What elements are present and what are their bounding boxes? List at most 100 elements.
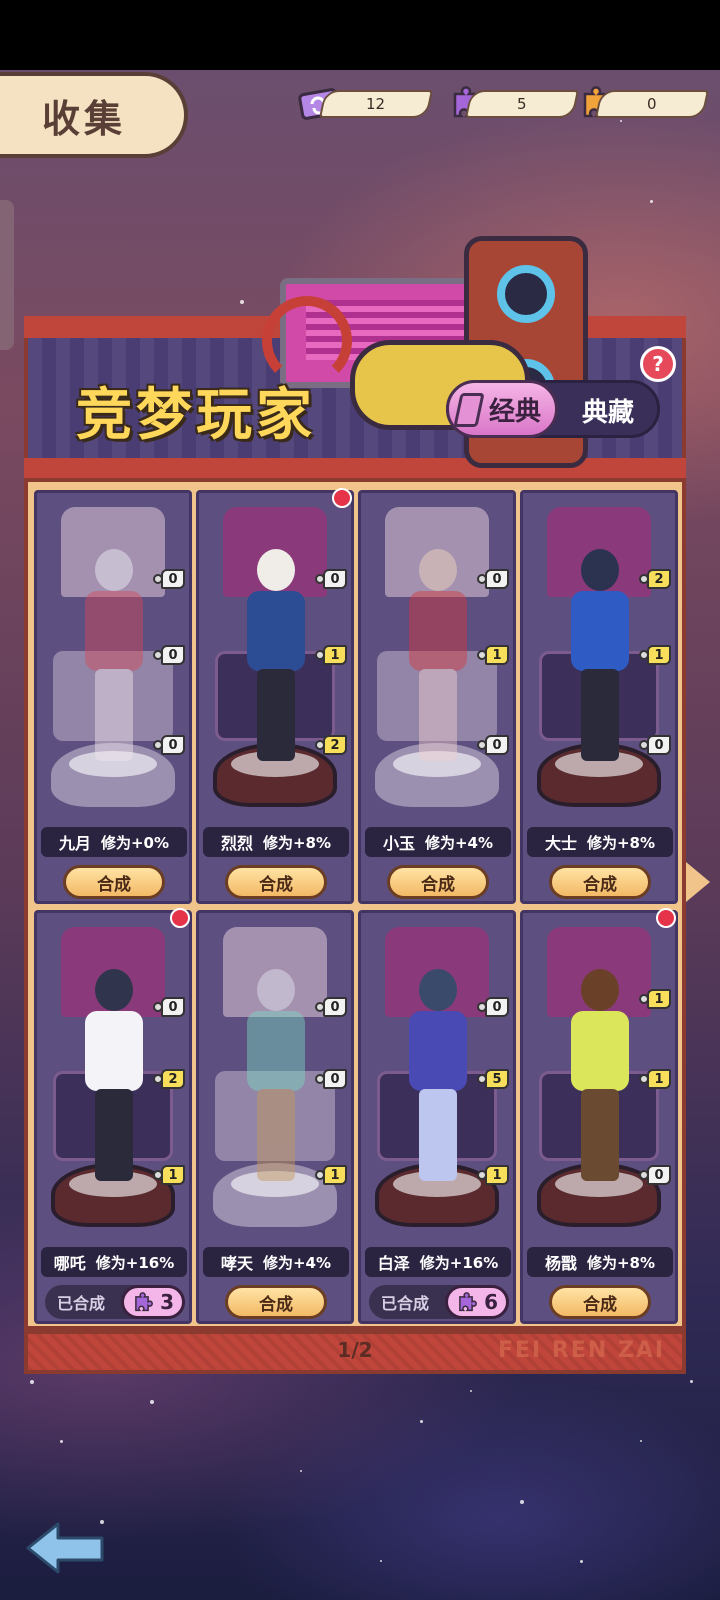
character-name: 小玉 — [382, 834, 415, 853]
owned-fragments-count: 3 — [160, 1290, 174, 1314]
star-dot — [580, 1560, 583, 1563]
fragment-count: 2 — [323, 735, 347, 755]
star-dot — [620, 120, 622, 122]
fragment-count: 1 — [161, 1165, 185, 1185]
character-card[interactable]: 2 1 0 大士 修为+8% 合成 — [520, 490, 678, 904]
banner-bottom-strip — [24, 458, 686, 478]
ticket-counter: 12 — [319, 90, 433, 118]
character-name: 烈烈 — [220, 834, 253, 853]
star-dot — [420, 1420, 423, 1423]
synthesize-button[interactable]: 合成 — [63, 865, 165, 899]
back-arrow-icon — [26, 1522, 104, 1574]
fragment-count: 1 — [647, 989, 671, 1009]
character-info: 哪吒 修为+16% — [41, 1247, 187, 1277]
synthesize-button[interactable]: 合成 — [387, 865, 489, 899]
character-figure — [401, 963, 473, 1193]
character-info: 哮天 修为+4% — [203, 1247, 349, 1277]
character-bonus: 修为+16% — [419, 1253, 499, 1272]
fragment-count: 0 — [161, 569, 185, 589]
synthesized-label: 已合成 — [381, 1294, 430, 1313]
fragment-count: 1 — [485, 1165, 509, 1185]
character-card[interactable]: 0 1 0 小玉 修为+4% 合成 — [358, 490, 516, 904]
character-bonus: 修为+0% — [100, 833, 170, 852]
fragment-count: 0 — [647, 1165, 671, 1185]
star-dot — [380, 1560, 382, 1562]
fragment-count: 2 — [161, 1069, 185, 1089]
purple-puzzle-counter: 5 — [465, 90, 579, 118]
fragment-count: 1 — [647, 1069, 671, 1089]
character-card[interactable]: 0 0 0 九月 修为+0% 合成 — [34, 490, 192, 904]
character-bonus: 修为+4% — [424, 833, 494, 852]
star-dot — [640, 1440, 642, 1442]
owned-fragments-pill[interactable]: 3 — [121, 1285, 185, 1319]
star-dot — [150, 1400, 154, 1404]
help-button[interactable]: ? — [640, 346, 676, 382]
watermark: FEI REN ZAI — [498, 1338, 666, 1363]
character-name: 大士 — [544, 834, 577, 853]
character-figure — [239, 543, 311, 773]
fragment-count: 0 — [161, 997, 185, 1017]
back-button[interactable] — [24, 1518, 108, 1578]
next-page-arrow-icon[interactable] — [686, 862, 710, 902]
character-card[interactable]: 0 1 2 烈烈 修为+8% 合成 — [196, 490, 354, 904]
tab-classic[interactable]: 经典 — [446, 380, 558, 438]
character-info: 小玉 修为+4% — [365, 827, 511, 857]
owned-fragments-pill[interactable]: 6 — [445, 1285, 509, 1319]
notification-dot — [170, 908, 190, 928]
synthesize-button[interactable]: 合成 — [225, 1285, 327, 1319]
character-bonus: 修为+8% — [586, 1253, 656, 1272]
star-dot — [470, 1390, 472, 1392]
fragment-count: 0 — [323, 997, 347, 1017]
synthesize-button[interactable]: 合成 — [549, 865, 651, 899]
synthesized-status: 已合成 3 — [45, 1285, 185, 1319]
character-figure — [77, 543, 149, 773]
fragment-count: 0 — [323, 569, 347, 589]
character-figure — [563, 543, 635, 773]
character-bonus: 修为+4% — [262, 1253, 332, 1272]
fragment-count: 0 — [485, 735, 509, 755]
orange-puzzle-counter: 0 — [595, 90, 709, 118]
character-figure — [563, 963, 635, 1193]
fragment-count: 0 — [161, 645, 185, 665]
notification-dot — [656, 908, 676, 928]
star-dot — [520, 1500, 524, 1504]
synthesize-button[interactable]: 合成 — [549, 1285, 651, 1319]
character-card[interactable]: 0 5 1 白泽 修为+16% 已合成 6 — [358, 910, 516, 1324]
star-dot — [60, 1440, 63, 1443]
fragment-count: 0 — [161, 735, 185, 755]
synthesized-label: 已合成 — [57, 1294, 106, 1313]
character-card[interactable]: 0 0 1 哮天 修为+4% 合成 — [196, 910, 354, 1324]
star-dot — [650, 200, 653, 203]
star-dot — [690, 1380, 693, 1383]
character-name: 杨戬 — [544, 1254, 577, 1273]
star-dot — [240, 300, 244, 304]
fragment-count: 1 — [323, 645, 347, 665]
fragment-count: 1 — [323, 1165, 347, 1185]
character-name: 哪吒 — [53, 1254, 86, 1273]
fragment-count: 0 — [485, 997, 509, 1017]
fragment-count: 1 — [485, 645, 509, 665]
synthesize-button[interactable]: 合成 — [225, 865, 327, 899]
page-title: 收集 — [0, 72, 188, 158]
character-figure — [401, 543, 473, 773]
character-name: 白泽 — [377, 1254, 410, 1273]
character-info: 白泽 修为+16% — [365, 1247, 511, 1277]
series-title: 竞梦玩家 — [76, 383, 316, 448]
fragment-count: 0 — [485, 569, 509, 589]
owned-fragments-count: 6 — [484, 1290, 498, 1314]
character-info: 杨戬 修为+8% — [527, 1247, 673, 1277]
puzzle-icon — [459, 1292, 477, 1312]
tab-collection[interactable]: 典藏 — [566, 390, 650, 430]
character-name: 九月 — [58, 834, 91, 853]
character-figure — [77, 963, 149, 1193]
character-card[interactable]: 0 2 1 哪吒 修为+16% 已合成 3 — [34, 910, 192, 1324]
book-icon — [453, 393, 485, 427]
puzzle-icon — [135, 1292, 153, 1312]
fragment-count: 0 — [323, 1069, 347, 1089]
fragment-count: 2 — [647, 569, 671, 589]
side-drawer-handle[interactable] — [0, 200, 14, 350]
character-info: 烈烈 修为+8% — [203, 827, 349, 857]
character-bonus: 修为+16% — [95, 1253, 175, 1272]
character-info: 大士 修为+8% — [527, 827, 673, 857]
character-card[interactable]: 1 1 0 杨戬 修为+8% 合成 — [520, 910, 678, 1324]
